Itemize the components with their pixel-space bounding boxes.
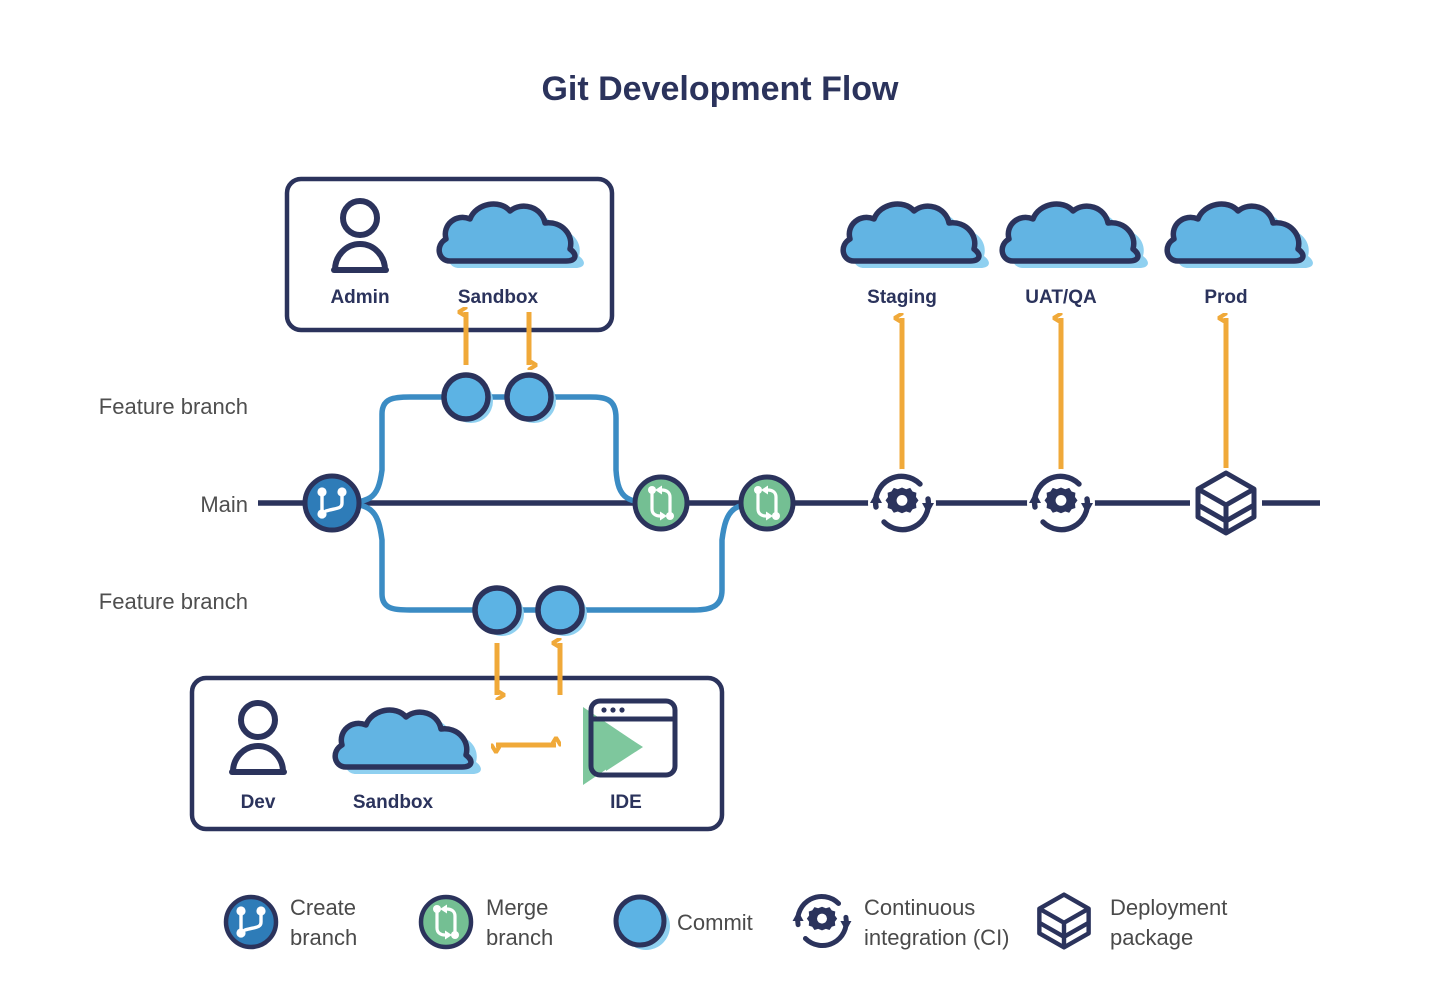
legend-label-merge-branch-line1: Merge [486,895,548,920]
feature-branch-top-path [331,394,663,506]
commit-node[interactable] [535,585,587,636]
environment-staging[interactable]: Staging [843,204,989,308]
uat-qa-label: UAT/QA [1025,287,1097,308]
legend-label-ci-line2: integration (CI) [864,925,1010,950]
legend-label-commit: Commit [677,910,753,935]
legend-label-ci-line1: Continuous [864,895,975,920]
legend-label-merge-branch-line2: branch [486,925,553,950]
staging-cloud-icon [843,204,989,268]
dev-label: Dev [241,792,276,813]
environment-uat-qa[interactable]: UAT/QA [1002,204,1148,308]
staging-label: Staging [867,287,937,308]
merge-branch-node[interactable] [738,474,796,532]
commit-node[interactable] [504,372,556,423]
legend-label-deployment-line1: Deployment [1110,895,1227,920]
environment-prod[interactable]: Prod [1167,204,1313,308]
axis-label-main: Main [200,492,248,517]
dev-box[interactable]: Dev Sandbox IDE [189,675,725,832]
page-title: Git Development Flow [541,70,899,108]
dev-sandbox-label: Sandbox [353,792,434,813]
legend-label-create-branch-line1: Create [290,895,356,920]
diagram-canvas: Git Development Flow Feature branch Main… [0,0,1441,1001]
uat-qa-cloud-icon [1002,204,1148,268]
axis-label-feature-branch-bottom: Feature branch [99,589,248,614]
continuous-integration-icon [793,896,852,945]
commit-node[interactable] [441,372,493,423]
continuous-integration-node[interactable] [1027,469,1095,537]
continuous-integration-node[interactable] [868,469,936,537]
legend-item-commit: Commit [613,894,753,950]
create-branch-node[interactable] [302,473,362,533]
prod-cloud-icon [1167,204,1313,268]
prod-label: Prod [1204,287,1247,308]
admin-sandbox-label: Sandbox [458,287,539,308]
deployment-package-node[interactable] [1190,468,1262,538]
deployment-package-icon [1039,895,1088,948]
commit-node[interactable] [472,585,524,636]
legend-label-deployment-line2: package [1110,925,1193,950]
axis-label-feature-branch-top: Feature branch [99,394,248,419]
admin-box[interactable]: Admin Sandbox [284,176,615,333]
merge-branch-node[interactable] [632,474,690,532]
legend-item-create-branch: Create branch [223,894,357,950]
legend-label-create-branch-line2: branch [290,925,357,950]
legend-item-deployment-package: Deployment package [1039,895,1227,950]
legend-item-merge-branch: Merge branch [418,894,553,950]
deployment-package-icon [1198,473,1254,533]
git-development-flow-diagram: Git Development Flow Feature branch Main… [99,70,1320,950]
legend-item-continuous-integration: Continuous integration (CI) [793,895,1010,950]
ide-label: IDE [610,792,642,813]
admin-label: Admin [330,287,389,308]
